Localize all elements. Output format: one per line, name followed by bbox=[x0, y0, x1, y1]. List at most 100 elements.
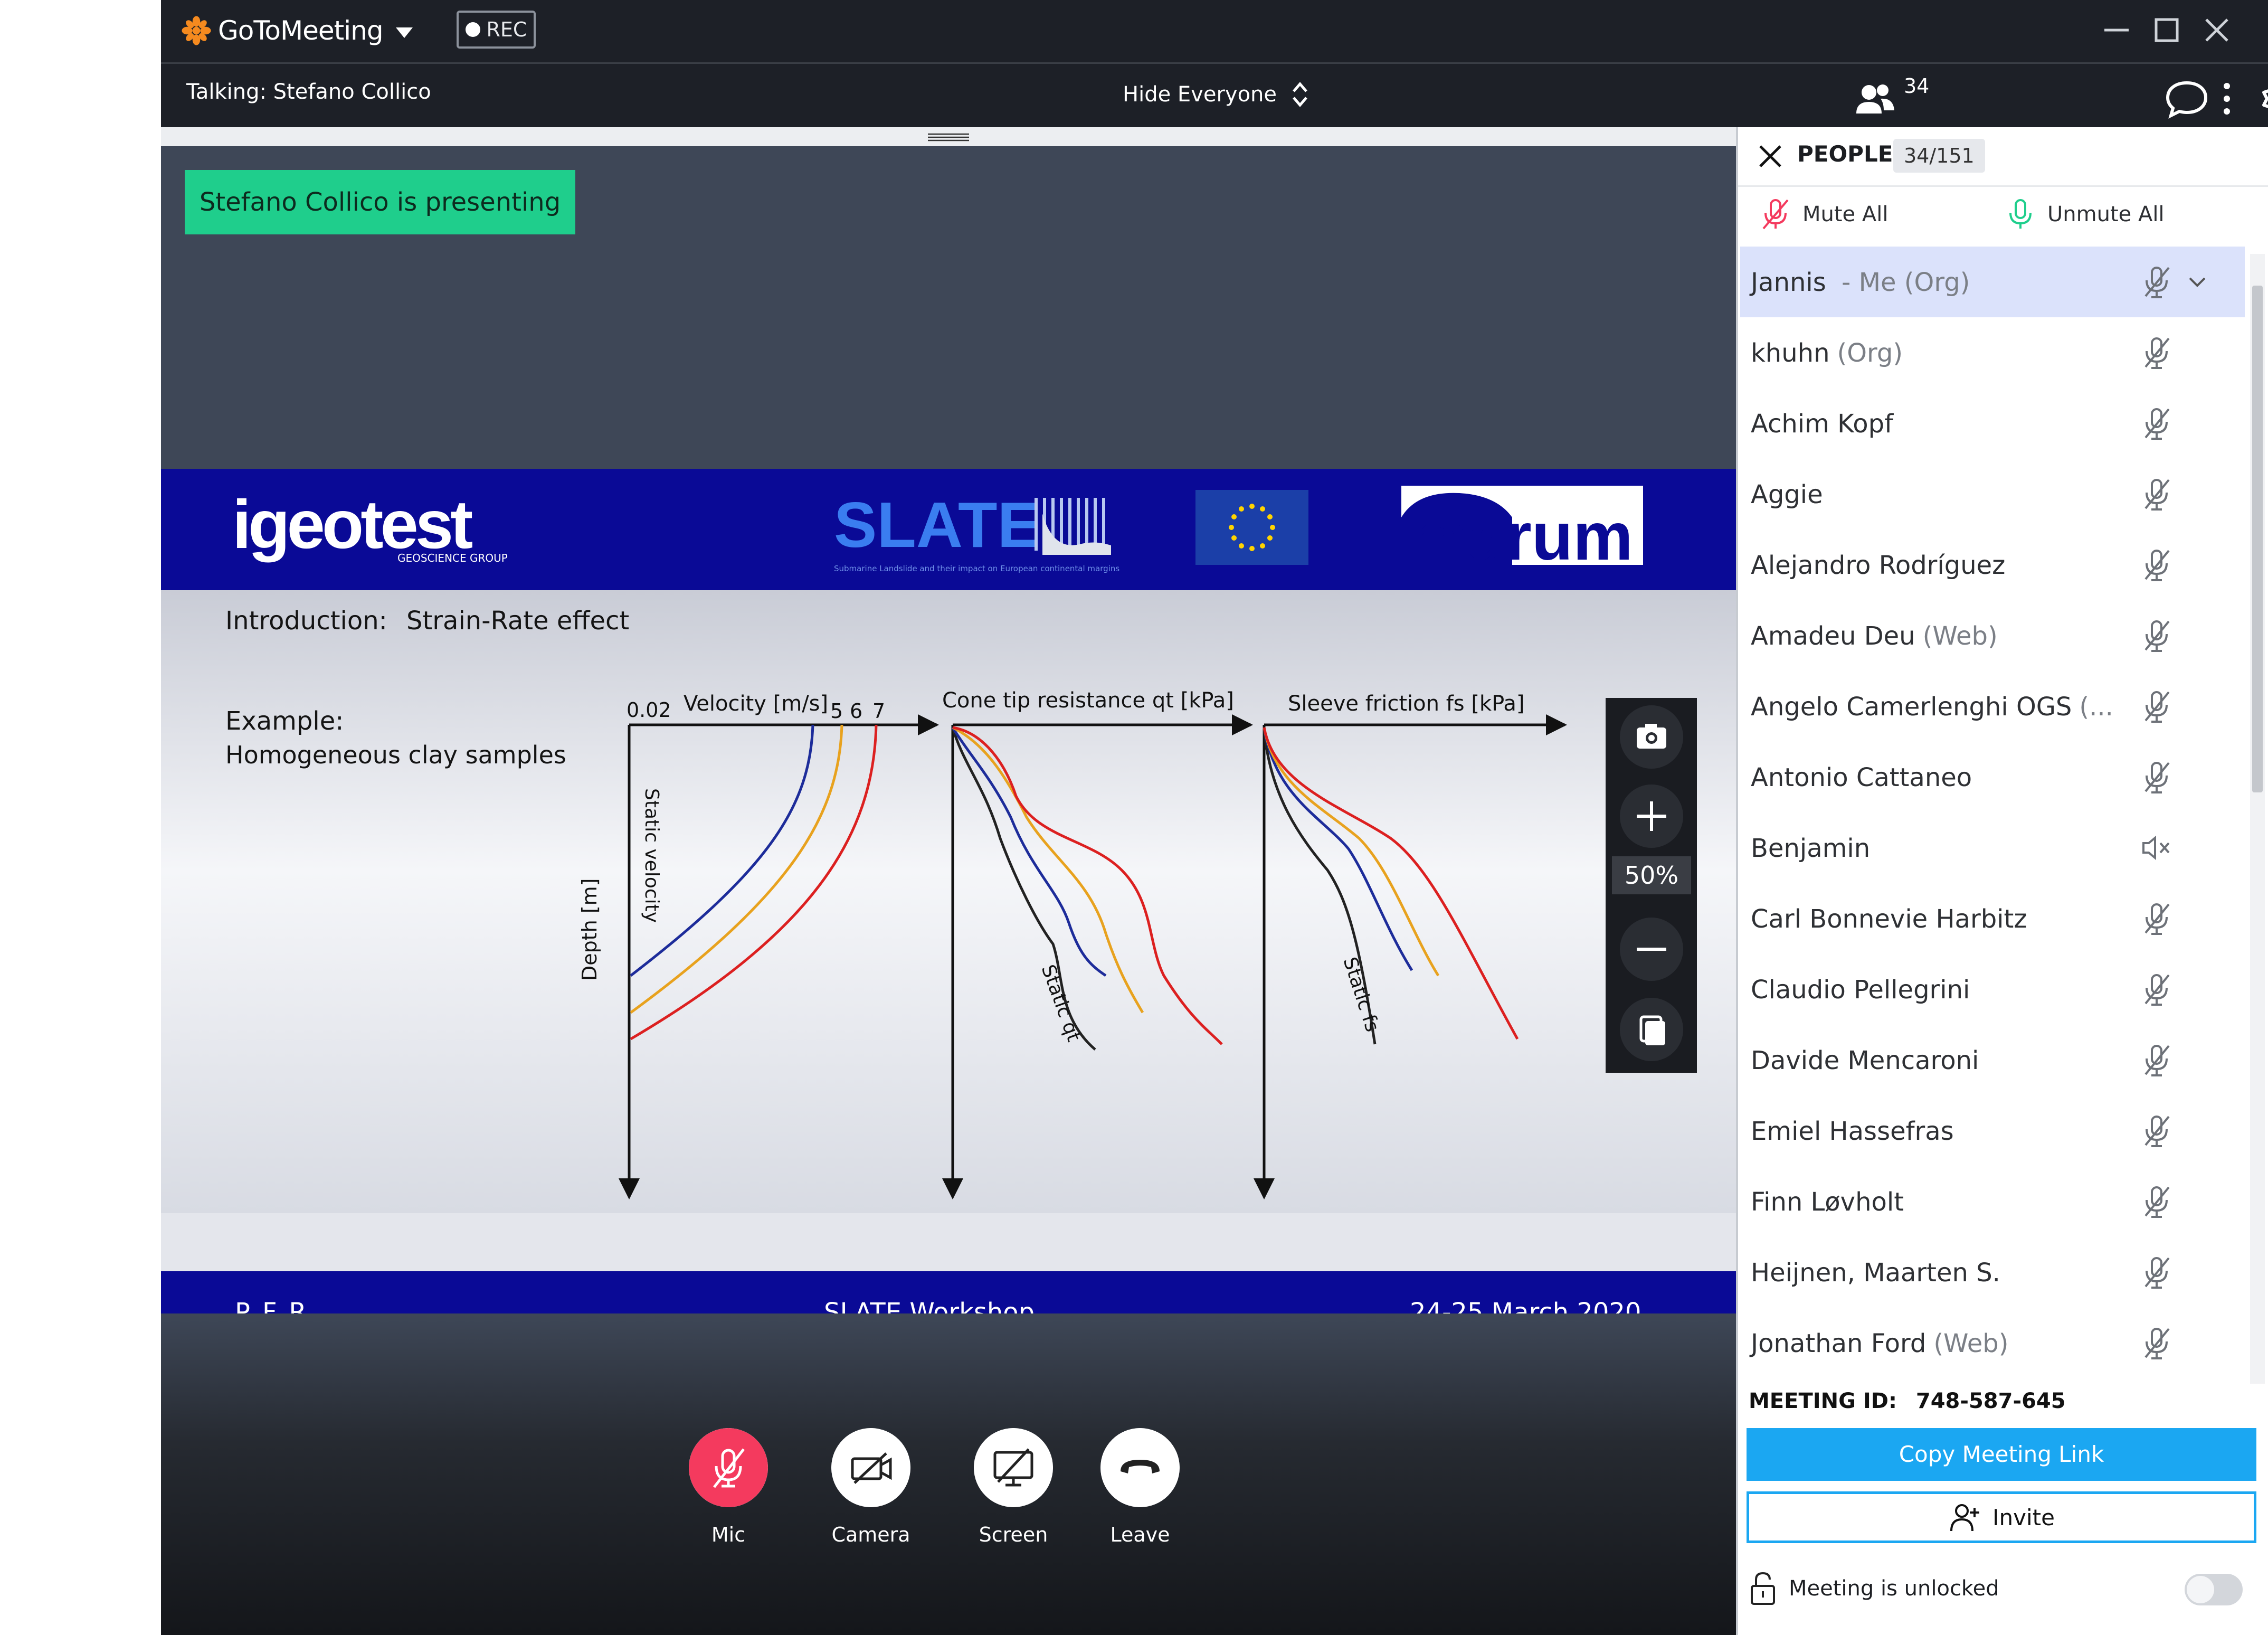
participant-name: Achim Kopf bbox=[1751, 409, 1893, 439]
chevron-down-icon[interactable] bbox=[2187, 273, 2208, 291]
participant-row[interactable]: Angelo Camerlenghi OGS (... bbox=[1740, 671, 2245, 742]
settings-gear-icon[interactable] bbox=[2255, 73, 2268, 124]
participant-row[interactable]: Aggie bbox=[1740, 459, 2245, 530]
caret-down-icon bbox=[395, 27, 413, 38]
zoom-in-icon[interactable] bbox=[1620, 785, 1683, 848]
participant-name-text: Angelo Camerlenghi OGS bbox=[1751, 692, 2072, 722]
participant-name: khuhn (Org) bbox=[1751, 338, 1903, 368]
mic-muted-icon[interactable] bbox=[2137, 687, 2176, 726]
view-mode-selector[interactable]: Hide Everyone bbox=[1123, 80, 1309, 109]
participant-row[interactable]: khuhn (Org) bbox=[1740, 317, 2245, 388]
shared-screen[interactable]: igeotest GEOSCIENCE GROUP SLATE Submarin… bbox=[161, 469, 1736, 1313]
slide-footer-left: P. F. R. bbox=[235, 1298, 314, 1313]
app-menu-button[interactable]: GoToMeeting bbox=[181, 12, 413, 50]
participant-name: Amadeu Deu (Web) bbox=[1751, 621, 1998, 651]
chart2-curve-red bbox=[952, 726, 1223, 1045]
scrollbar-thumb[interactable] bbox=[2252, 286, 2263, 792]
chart1-static-label: Static velocity bbox=[641, 788, 662, 923]
toggle-knob bbox=[2187, 1576, 2214, 1603]
participant-row[interactable]: Finn Løvholt bbox=[1740, 1166, 2245, 1237]
mic-muted-icon[interactable] bbox=[2137, 333, 2176, 372]
participant-name-text: khuhn bbox=[1751, 338, 1830, 368]
chart1-ylabel: Depth [m] bbox=[578, 878, 601, 981]
mic-muted-icon[interactable] bbox=[2137, 1111, 2176, 1150]
unmute-all-button[interactable]: Unmute All bbox=[2002, 196, 2165, 233]
participant-tag: (Web) bbox=[1933, 1329, 2009, 1358]
meeting-controls: Mic Camera Screen Leave bbox=[161, 1315, 1736, 1635]
record-button[interactable]: REC bbox=[457, 11, 536, 49]
mic-muted-icon[interactable] bbox=[2137, 1324, 2176, 1363]
people-icon[interactable] bbox=[1850, 73, 1901, 124]
mic-muted-icon[interactable] bbox=[2137, 899, 2176, 938]
participant-row[interactable]: Benjamin bbox=[1740, 812, 2245, 883]
mic-muted-icon[interactable] bbox=[2137, 262, 2176, 301]
mic-muted-icon[interactable] bbox=[2137, 545, 2176, 584]
talking-indicator: Talking: Stefano Collico bbox=[186, 80, 431, 104]
mute-all-button[interactable]: Mute All bbox=[1757, 196, 1888, 233]
participant-row[interactable]: Jonathan Ford (Web) bbox=[1740, 1308, 2245, 1378]
chart1-tick-6: 6 bbox=[850, 700, 862, 723]
participant-name: Angelo Camerlenghi OGS (... bbox=[1751, 692, 2113, 722]
mic-muted-icon[interactable] bbox=[2137, 1041, 2176, 1080]
app-name: GoToMeeting bbox=[218, 15, 384, 46]
invite-button[interactable]: Invite bbox=[1747, 1491, 2256, 1543]
meeting-lock-toggle[interactable] bbox=[2185, 1574, 2243, 1605]
zoom-out-icon[interactable] bbox=[1620, 918, 1683, 981]
participant-row[interactable]: Emiel Hassefras bbox=[1740, 1095, 2245, 1166]
participant-name: Aggie bbox=[1751, 480, 1823, 509]
mic-muted-icon[interactable] bbox=[2137, 475, 2176, 514]
copy-meeting-link-button[interactable]: Copy Meeting Link bbox=[1747, 1428, 2256, 1481]
participant-row[interactable]: Davide Mencaroni bbox=[1740, 1025, 2245, 1095]
participant-row[interactable]: Jannis - Me (Org) bbox=[1740, 247, 2245, 317]
mic-muted-icon[interactable] bbox=[2137, 1182, 2176, 1221]
resize-handle[interactable] bbox=[161, 127, 1736, 146]
meeting-id-row: MEETING ID: 748-587-645 bbox=[1749, 1389, 2066, 1413]
participant-name: Jonathan Ford (Web) bbox=[1751, 1329, 2008, 1358]
people-panel: PEOPLE 34/151 Mute All Unmute All Jannis… bbox=[1736, 127, 2268, 1635]
chart3-static-label: Static fs bbox=[1339, 954, 1383, 1034]
participant-row[interactable]: Claudio Pellegrini bbox=[1740, 954, 2245, 1025]
camera-button[interactable] bbox=[831, 1428, 910, 1507]
maximize-icon[interactable] bbox=[2148, 12, 2185, 49]
more-vertical-icon[interactable] bbox=[2201, 73, 2252, 124]
mic-muted-icon[interactable] bbox=[2137, 404, 2176, 443]
meeting-id-value: 748-587-645 bbox=[1915, 1389, 2066, 1413]
mic-button[interactable] bbox=[689, 1428, 768, 1507]
speaker-off-icon[interactable] bbox=[2137, 828, 2176, 867]
participant-name: Finn Løvholt bbox=[1751, 1187, 1904, 1217]
mic-muted-icon[interactable] bbox=[2137, 1253, 2176, 1292]
leave-button[interactable] bbox=[1100, 1428, 1180, 1507]
participant-list: Jannis - Me (Org) khuhn (Org) Achim Kopf Agg… bbox=[1738, 247, 2245, 1382]
up-down-chevron-icon bbox=[1293, 82, 1307, 107]
participant-tag: (Web) bbox=[1922, 621, 1998, 651]
minimize-icon[interactable] bbox=[2098, 12, 2135, 49]
screen-share-button[interactable] bbox=[974, 1428, 1053, 1507]
slide-footer-right: 24-25 March 2020 bbox=[1410, 1298, 1641, 1313]
participant-row[interactable]: Achim Kopf bbox=[1740, 388, 2245, 459]
mic-muted-icon[interactable] bbox=[2137, 758, 2176, 797]
mic-muted-icon[interactable] bbox=[2137, 616, 2176, 655]
unmute-all-label: Unmute All bbox=[2047, 202, 2165, 226]
participant-row[interactable]: Amadeu Deu (Web) bbox=[1740, 600, 2245, 671]
participant-name: Carl Bonnevie Harbitz bbox=[1751, 904, 2027, 934]
mic-muted-icon[interactable] bbox=[2137, 970, 2176, 1009]
participant-row[interactable]: Heijnen, Maarten S. bbox=[1740, 1237, 2245, 1308]
participant-name-text: Alejandro Rodríguez bbox=[1751, 551, 2006, 580]
participant-tag: (... bbox=[2079, 692, 2113, 722]
close-panel-icon[interactable] bbox=[1757, 143, 1783, 169]
zoom-level: 50% bbox=[1612, 856, 1691, 894]
snapshot-camera-icon[interactable] bbox=[1620, 705, 1683, 769]
participant-scrollbar[interactable] bbox=[2250, 254, 2265, 1384]
invite-label: Invite bbox=[1992, 1504, 2055, 1530]
participant-row[interactable]: Antonio Cattaneo bbox=[1740, 742, 2245, 812]
participant-name: Emiel Hassefras bbox=[1751, 1117, 1954, 1146]
participant-row[interactable]: Carl Bonnevie Harbitz bbox=[1740, 883, 2245, 954]
close-window-icon[interactable] bbox=[2198, 12, 2235, 49]
participant-name-text: Jonathan Ford bbox=[1751, 1329, 1927, 1358]
participant-row[interactable]: Alejandro Rodríguez bbox=[1740, 530, 2245, 600]
grip-icon bbox=[928, 133, 969, 141]
participant-name-text: Claudio Pellegrini bbox=[1751, 975, 1970, 1005]
lock-status-label: Meeting is unlocked bbox=[1789, 1576, 1999, 1601]
mute-all-label: Mute All bbox=[1802, 202, 1889, 226]
fit-screen-icon[interactable] bbox=[1620, 998, 1683, 1061]
